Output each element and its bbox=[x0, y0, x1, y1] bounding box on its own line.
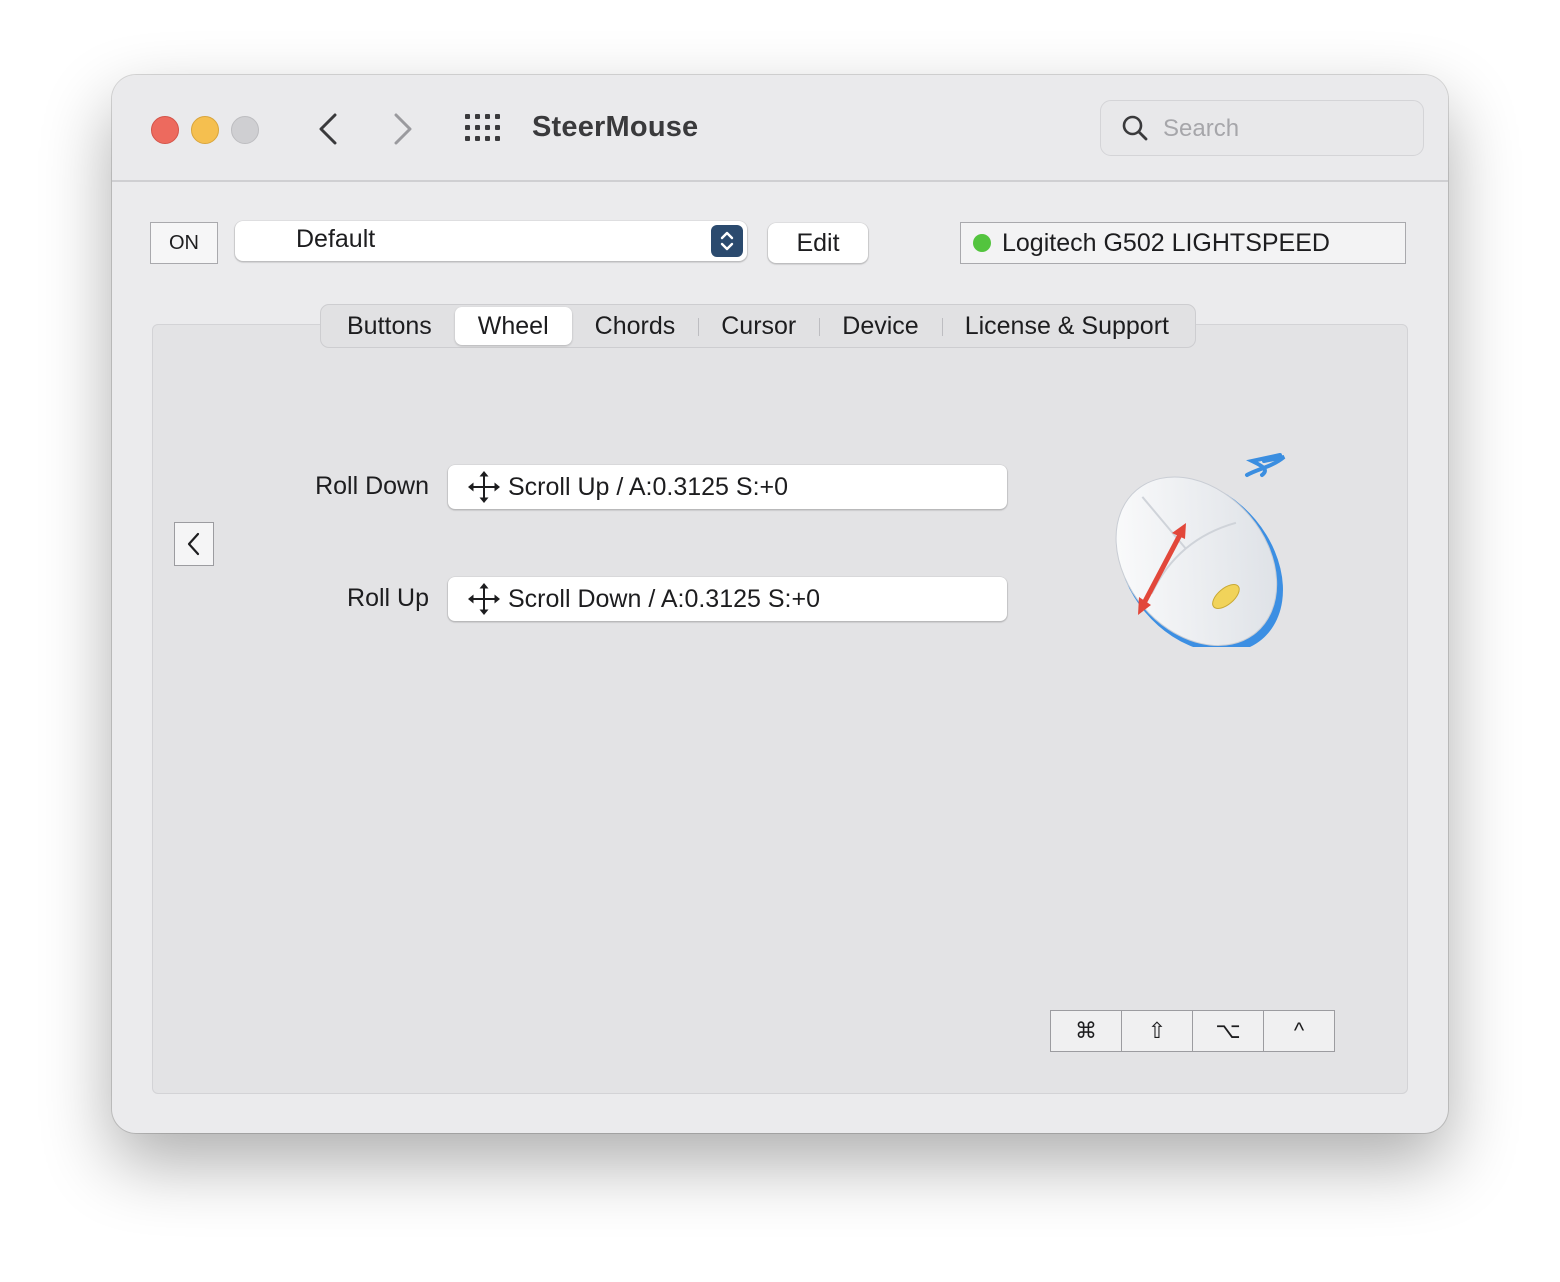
back-button[interactable] bbox=[308, 109, 348, 149]
device-status-indicator bbox=[973, 234, 991, 252]
device-name: Logitech G502 LIGHTSPEED bbox=[1002, 229, 1330, 257]
edit-button[interactable]: Edit bbox=[768, 223, 868, 263]
forward-button[interactable] bbox=[383, 109, 423, 149]
modifier-keys: ⌘ ⇧ ⌥ ^ bbox=[1050, 1010, 1335, 1052]
move-arrows-icon bbox=[468, 471, 500, 503]
chevron-right-icon bbox=[394, 113, 412, 145]
window-title: SteerMouse bbox=[532, 111, 699, 143]
tab-bar: Buttons Wheel Chords Cursor Device Licen… bbox=[320, 304, 1196, 348]
chevron-left-icon bbox=[319, 113, 337, 145]
preset-value: Default bbox=[296, 225, 376, 253]
roll-down-action: Scroll Up / A:0.3125 S:+0 bbox=[508, 473, 789, 501]
popup-chevrons-icon bbox=[711, 225, 743, 257]
tab-content-panel bbox=[152, 324, 1408, 1094]
search-field[interactable]: Search bbox=[1100, 100, 1424, 156]
tab-license-support[interactable]: License & Support bbox=[941, 307, 1192, 345]
roll-up-label: Roll Up bbox=[347, 584, 429, 612]
tab-wheel[interactable]: Wheel bbox=[454, 307, 572, 345]
zoom-window-button[interactable] bbox=[231, 116, 259, 144]
toolbar: SteerMouse Search bbox=[112, 75, 1448, 182]
tab-chords[interactable]: Chords bbox=[572, 307, 699, 345]
option-modifier-button[interactable]: ⌥ bbox=[1192, 1010, 1264, 1052]
device-selector[interactable]: Logitech G502 LIGHTSPEED bbox=[960, 222, 1406, 264]
preferences-window: SteerMouse Search ON Default Edit Logite… bbox=[112, 75, 1448, 1133]
roll-down-action-field[interactable]: Scroll Up / A:0.3125 S:+0 bbox=[448, 465, 1007, 509]
shift-modifier-button[interactable]: ⇧ bbox=[1121, 1010, 1193, 1052]
close-window-button[interactable] bbox=[151, 116, 179, 144]
move-arrows-icon bbox=[468, 583, 500, 615]
command-modifier-button[interactable]: ⌘ bbox=[1050, 1010, 1122, 1052]
roll-up-action: Scroll Down / A:0.3125 S:+0 bbox=[508, 585, 820, 613]
control-modifier-button[interactable]: ^ bbox=[1263, 1010, 1335, 1052]
mouse-wheel-illustration-icon bbox=[1115, 453, 1286, 647]
tab-device[interactable]: Device bbox=[819, 307, 941, 345]
search-placeholder: Search bbox=[1163, 115, 1240, 142]
chevron-left-icon bbox=[187, 532, 200, 556]
enable-toggle-button[interactable]: ON bbox=[150, 222, 218, 264]
roll-down-label: Roll Down bbox=[315, 472, 429, 500]
tab-buttons[interactable]: Buttons bbox=[324, 307, 455, 345]
tab-cursor[interactable]: Cursor bbox=[698, 307, 819, 345]
previous-wheel-button[interactable] bbox=[174, 522, 214, 566]
show-all-grid-icon[interactable] bbox=[464, 113, 502, 143]
minimize-window-button[interactable] bbox=[191, 116, 219, 144]
preset-popup[interactable]: Default bbox=[235, 221, 747, 261]
search-icon bbox=[1122, 115, 1148, 141]
roll-up-action-field[interactable]: Scroll Down / A:0.3125 S:+0 bbox=[448, 577, 1007, 621]
